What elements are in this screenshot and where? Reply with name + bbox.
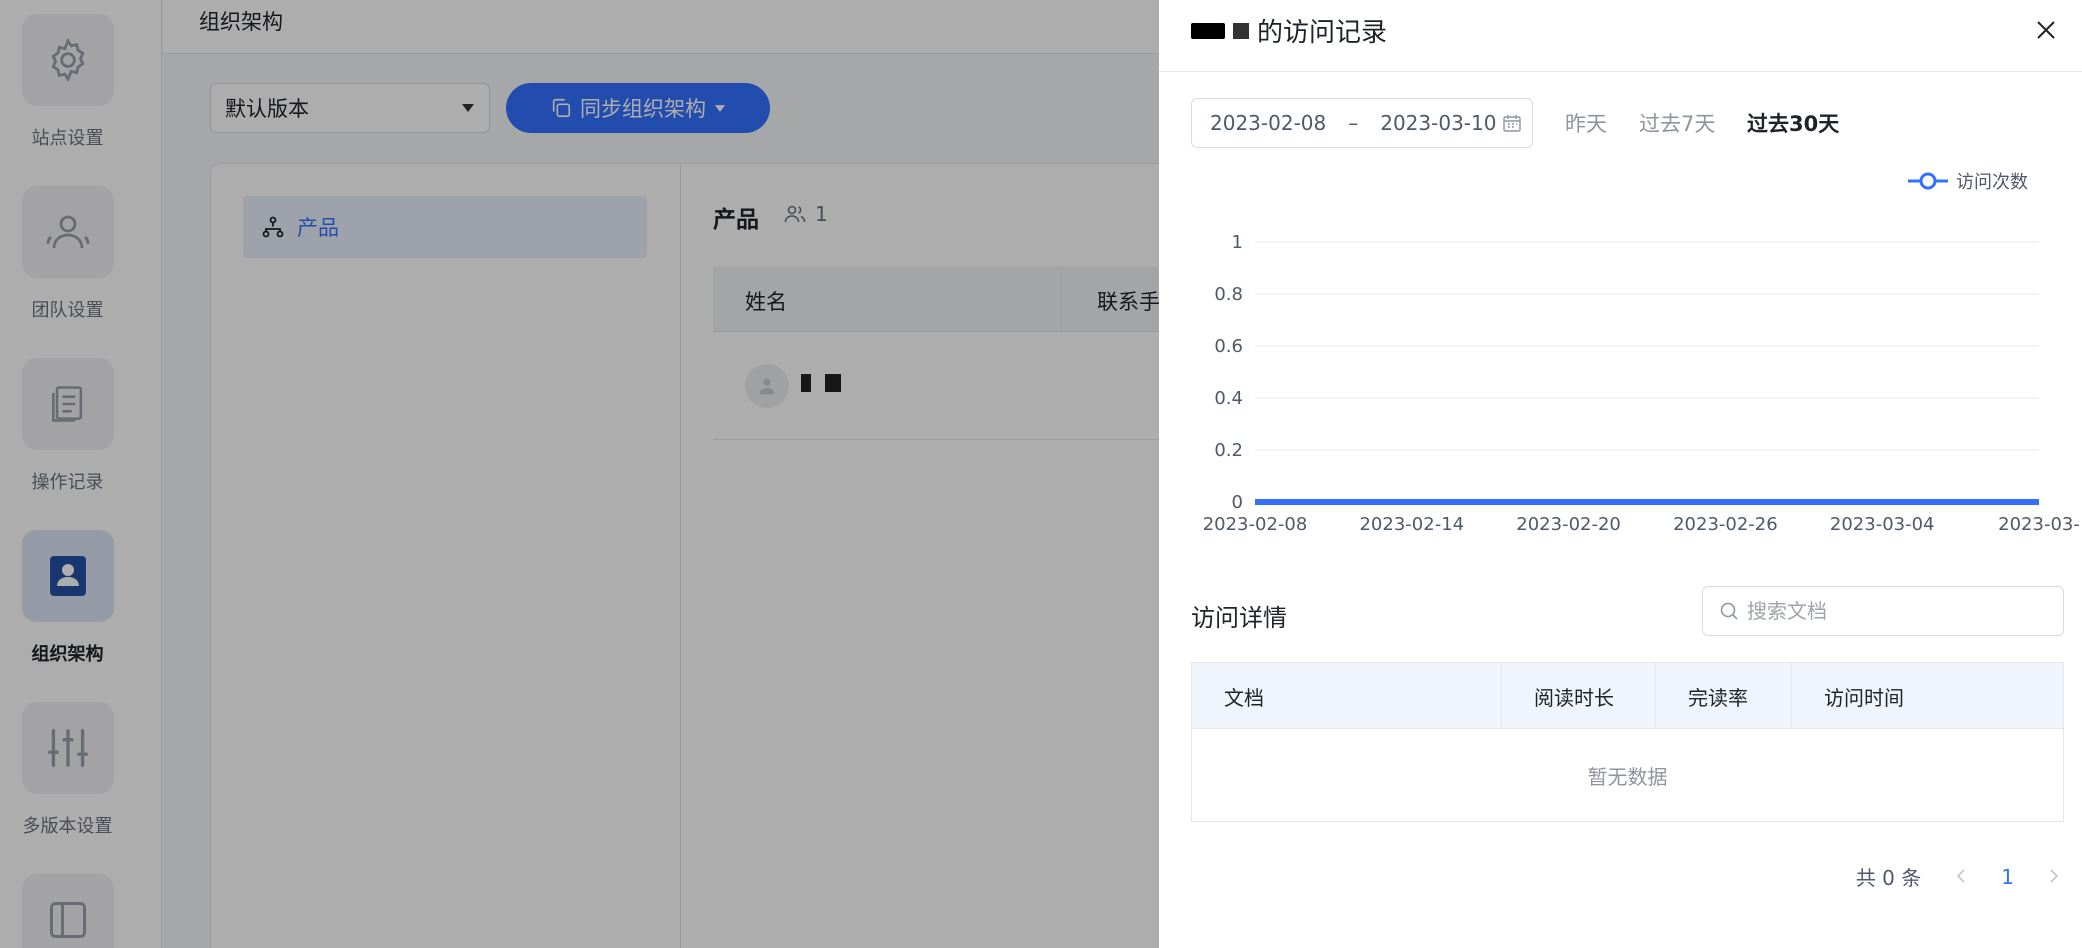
page-number-1[interactable]: 1 xyxy=(2001,865,2014,889)
date-end[interactable]: 2023-03-10 xyxy=(1380,111,1496,135)
y-tick-label: 0.6 xyxy=(1214,336,1243,357)
modal-overlay[interactable] xyxy=(0,0,1159,948)
redaction-block xyxy=(1233,22,1249,39)
quick-range-7days[interactable]: 过去7天 xyxy=(1639,108,1715,138)
legend-label: 访问次数 xyxy=(1956,172,2028,193)
access-detail-table: 文档 阅读时长 完读率 访问时间 暂无数据 xyxy=(1191,662,2064,822)
x-tick-label: 2023-03- xyxy=(1998,514,2080,535)
x-tick-label: 2023-02-14 xyxy=(1359,514,1464,535)
y-tick-label: 0 xyxy=(1232,492,1243,513)
quick-range-30days[interactable]: 过去30天 xyxy=(1747,108,1839,138)
pager-total: 共 0 条 xyxy=(1855,866,1922,890)
column-document: 文档 xyxy=(1192,663,1502,729)
calendar-icon xyxy=(1502,113,1522,133)
access-record-drawer: 的访问记录 2023-02-08 – 2023-03-10 昨天 过去7天 过去… xyxy=(1159,0,2082,948)
y-tick-label: 0.2 xyxy=(1214,440,1243,461)
table-header: 文档 阅读时长 完读率 访问时间 xyxy=(1192,663,2063,729)
drawer-title: 的访问记录 xyxy=(1191,12,1387,49)
legend-line-marker xyxy=(1908,172,1948,190)
y-tick-label: 0.8 xyxy=(1214,284,1243,305)
x-tick-label: 2023-03-04 xyxy=(1830,514,1935,535)
next-page-button[interactable] xyxy=(2048,865,2060,889)
column-read-duration: 阅读时长 xyxy=(1502,663,1656,729)
date-separator: – xyxy=(1348,111,1359,135)
redaction-block xyxy=(1191,22,1225,39)
document-search[interactable] xyxy=(1702,586,2064,636)
y-tick-label: 0.4 xyxy=(1214,388,1243,409)
drawer-header: 的访问记录 xyxy=(1159,0,2082,72)
x-tick-label: 2023-02-08 xyxy=(1203,514,1308,535)
date-range-picker[interactable]: 2023-02-08 – 2023-03-10 xyxy=(1191,98,1533,148)
prev-page-button[interactable] xyxy=(1955,865,1967,889)
empty-state: 暂无数据 xyxy=(1587,764,1668,789)
quick-range-yesterday[interactable]: 昨天 xyxy=(1565,108,1607,138)
detail-title: 访问详情 xyxy=(1191,604,1287,632)
close-icon xyxy=(2037,21,2055,39)
y-tick-label: 1 xyxy=(1232,232,1243,253)
search-icon xyxy=(1720,602,1738,620)
x-tick-label: 2023-02-26 xyxy=(1673,514,1778,535)
drawer-title-text: 的访问记录 xyxy=(1257,18,1388,48)
pagination: 共 0 条 1 xyxy=(1856,862,2060,891)
x-tick-label: 2023-02-20 xyxy=(1516,514,1621,535)
chevron-right-icon xyxy=(2050,868,2059,883)
date-start[interactable]: 2023-02-08 xyxy=(1210,111,1326,135)
chart-legend[interactable]: 访问次数 xyxy=(1908,168,2028,194)
chevron-left-icon xyxy=(1957,868,1965,883)
visits-line-chart: 0 0.2 0.4 0.6 0.8 1 2023-02-08 2023-02-14 2023-0… xyxy=(1203,232,2080,535)
close-button[interactable] xyxy=(2030,14,2062,46)
search-input[interactable] xyxy=(1747,599,2047,623)
column-access-time: 访问时间 xyxy=(1824,685,1904,710)
column-completion-rate: 完读率 xyxy=(1656,663,1792,729)
